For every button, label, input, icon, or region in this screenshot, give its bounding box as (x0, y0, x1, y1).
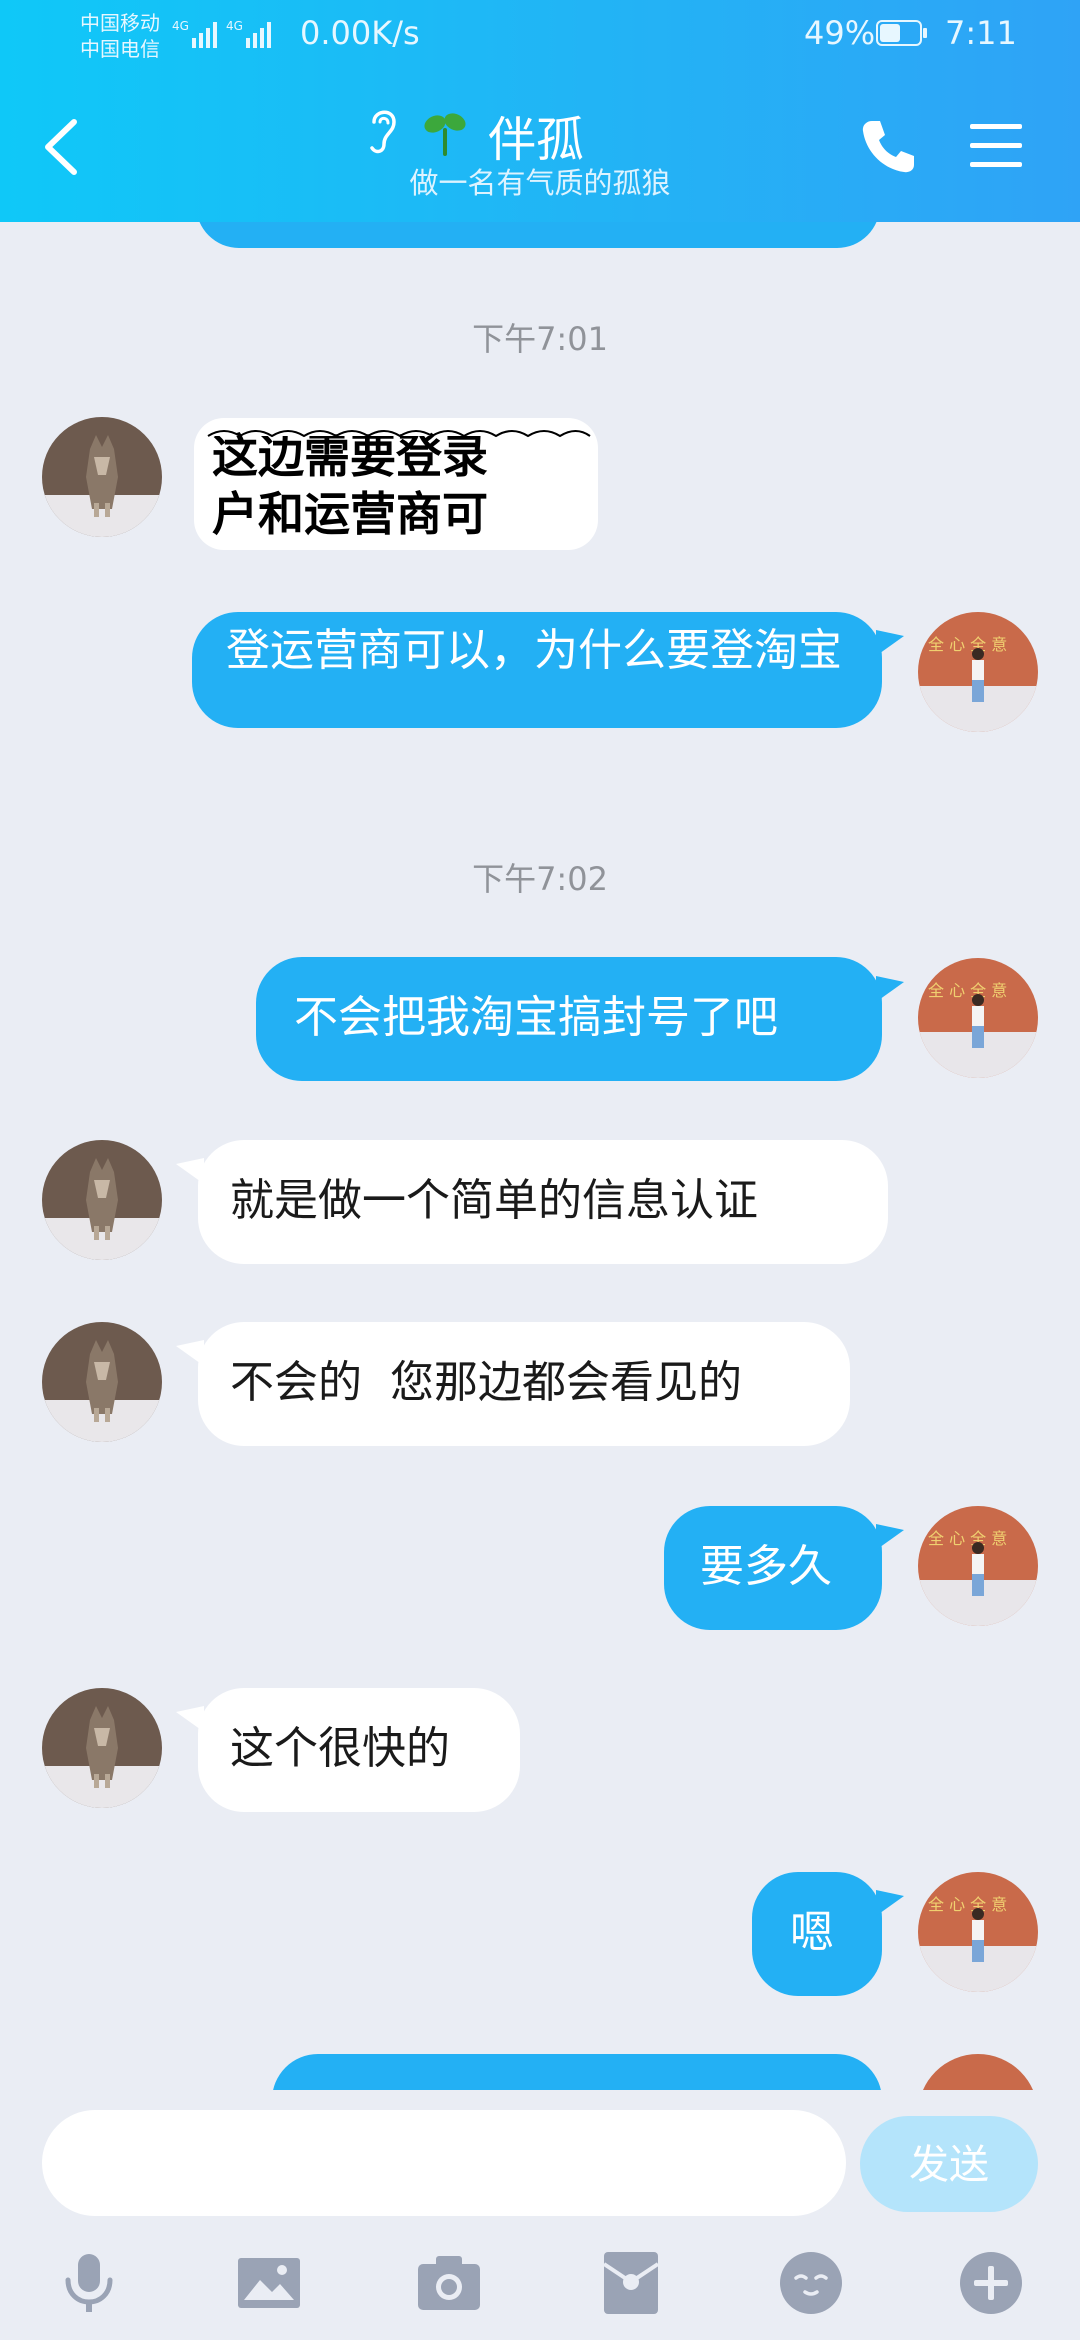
outgoing-message-bubble[interactable]: 登运营商可以，为什么要登淘宝 (192, 612, 882, 728)
network-speed: 0.00K/s (300, 14, 420, 52)
contact-avatar-wolf[interactable] (42, 1140, 162, 1260)
carrier-telecom: 中国电信 (80, 37, 160, 61)
contact-avatar-wolf[interactable] (42, 1688, 162, 1808)
chat-header: 中国移动 中国电信 4G 4G 0.00K/s 49% 7:11 伴孤 做一名有… (0, 0, 1080, 222)
input-bar: 发送 (0, 2090, 1080, 2340)
incoming-message-bubble[interactable]: 就是做一个简单的信息认证 (198, 1140, 888, 1264)
battery-icon (876, 20, 927, 46)
menu-icon[interactable] (968, 120, 1024, 172)
my-avatar-image: 全 心 全 意 (918, 1872, 1038, 1992)
net-type-2: 4G (226, 19, 243, 33)
my-avatar-image: 全 心 全 意 (918, 1506, 1038, 1626)
carrier-labels: 中国移动 中国电信 (80, 10, 160, 62)
contact-title[interactable]: 伴孤 (360, 100, 720, 168)
image-icon[interactable] (236, 2250, 302, 2316)
svg-text:全 心 全 意: 全 心 全 意 (928, 981, 1007, 1000)
my-avatar[interactable]: 全 心 全 意 (918, 1506, 1038, 1626)
my-avatar-image: 全 心 全 意 (918, 958, 1038, 1078)
status-bar: 中国移动 中国电信 4G 4G 0.00K/s 49% 7:11 (0, 0, 1080, 70)
sticker-message[interactable]: 这边需要登录 户和运营商可 (194, 418, 598, 550)
outgoing-message-bubble[interactable]: 要多久 (664, 1506, 882, 1630)
svg-text:全 心 全 意: 全 心 全 意 (928, 635, 1007, 654)
phone-call-icon[interactable] (858, 115, 918, 177)
sticker-image: 这边需要登录 户和运营商可 (207, 429, 591, 541)
contact-avatar-wolf[interactable] (42, 417, 162, 537)
net-type-1: 4G (172, 19, 189, 33)
outgoing-message-bubble[interactable]: 嗯 (752, 1872, 882, 1996)
mic-icon[interactable] (56, 2250, 122, 2316)
bubble-tail (876, 1890, 904, 1916)
timestamp: 下午7:02 (472, 860, 608, 898)
status-time: 7:11 (945, 14, 1017, 52)
wolf-avatar-image (42, 417, 162, 537)
my-avatar[interactable] (918, 2054, 1038, 2090)
send-button[interactable]: 发送 (860, 2116, 1038, 2212)
my-avatar[interactable]: 全 心 全 意 (918, 612, 1038, 732)
bubble-tail (876, 1524, 904, 1550)
sprout-icon (424, 113, 466, 156)
sticker-line-1: 这边需要登录 (212, 429, 488, 483)
wolf-avatar-image (42, 1322, 162, 1442)
my-avatar-image: 全 心 全 意 (918, 612, 1038, 732)
bubble-tail (876, 976, 904, 1002)
camera-icon[interactable] (416, 2250, 482, 2316)
wolf-avatar-image (42, 1688, 162, 1808)
battery-percent: 49% (804, 14, 876, 52)
partial-message-bubble[interactable] (272, 2054, 882, 2090)
wolf-avatar-image (42, 1140, 162, 1260)
plus-icon[interactable] (958, 2250, 1024, 2316)
red-packet-icon[interactable] (598, 2250, 664, 2316)
ear-icon (370, 110, 396, 154)
contact-signature: 做一名有气质的孤狼 (409, 166, 671, 200)
my-avatar-image (918, 2054, 1038, 2090)
contact-avatar-wolf[interactable] (42, 1322, 162, 1442)
carrier-mobile: 中国移动 (80, 11, 160, 35)
svg-text:全 心 全 意: 全 心 全 意 (928, 1895, 1007, 1914)
my-avatar[interactable]: 全 心 全 意 (918, 1872, 1038, 1992)
partial-message-bubble[interactable] (196, 222, 880, 248)
incoming-message-bubble[interactable]: 这个很快的 (198, 1688, 520, 1812)
bubble-tail (876, 630, 904, 656)
incoming-message-bubble[interactable]: 不会的 您那边都会看见的 (198, 1322, 850, 1446)
sticker-line-2: 户和运营商可 (212, 487, 488, 541)
message-input[interactable] (42, 2110, 846, 2216)
svg-text:全 心 全 意: 全 心 全 意 (928, 1529, 1007, 1548)
timestamp: 下午7:01 (472, 320, 608, 358)
outgoing-message-bubble[interactable]: 不会把我淘宝搞封号了吧 (256, 957, 882, 1081)
message-list[interactable]: 下午7:01 这边需要登录 户和运营商可 登运营商可以，为什么要登淘宝 全 心 … (0, 222, 1080, 2090)
signal-icon: 4G 4G (172, 19, 271, 48)
emoji-icon[interactable] (778, 2250, 844, 2316)
my-avatar[interactable]: 全 心 全 意 (918, 958, 1038, 1078)
